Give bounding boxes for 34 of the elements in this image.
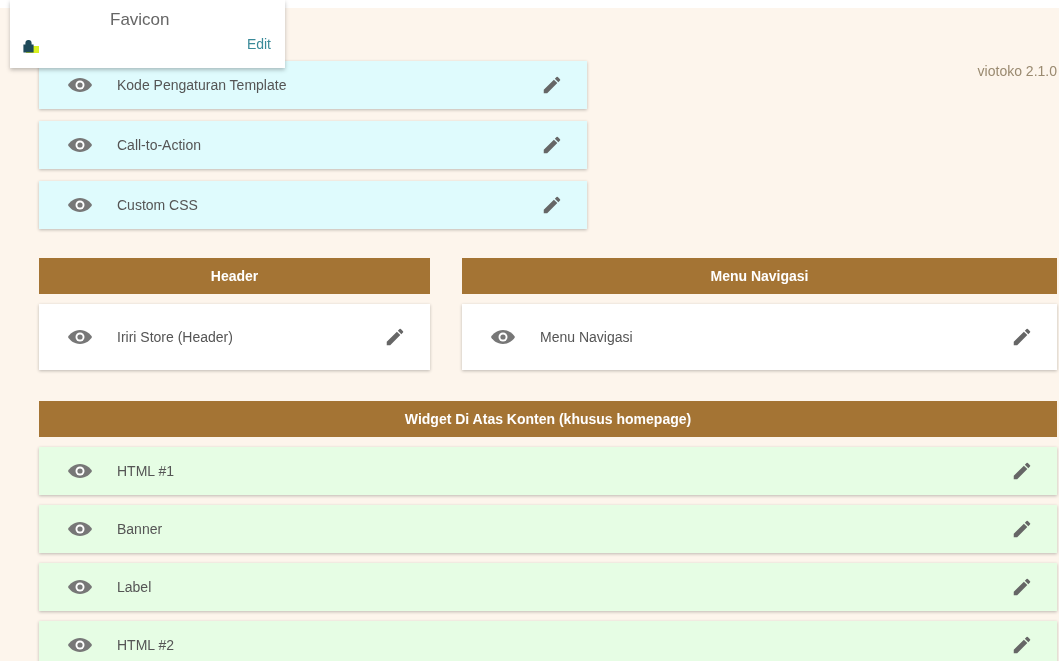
pencil-icon[interactable] (1011, 326, 1033, 348)
pencil-icon[interactable] (541, 134, 563, 156)
widget-title: Kode Pengaturan Template (117, 77, 288, 93)
widget-title: Banner (117, 521, 164, 537)
widget-title: Menu Navigasi (540, 329, 634, 345)
section-header: Header (39, 258, 430, 294)
eye-icon[interactable] (67, 463, 93, 479)
edit-link[interactable]: Edit (246, 36, 271, 52)
widget-title: Iriri Store (Header) (117, 329, 234, 345)
eye-icon[interactable] (67, 77, 93, 93)
eye-icon[interactable] (67, 197, 93, 213)
eye-icon[interactable] (490, 329, 516, 345)
pencil-icon[interactable] (1011, 518, 1033, 540)
popup-title: Favicon (110, 10, 170, 30)
widget-title: HTML #2 (117, 637, 176, 653)
eye-icon[interactable] (67, 329, 93, 345)
section-header: Menu Navigasi (462, 258, 1057, 294)
pencil-icon[interactable] (541, 74, 563, 96)
widget-title: Call-to-Action (117, 137, 203, 153)
eye-icon[interactable] (67, 137, 93, 153)
pencil-icon[interactable] (1011, 460, 1033, 482)
section-header: Widget Di Atas Konten (khusus homepage) (39, 401, 1057, 437)
eye-icon[interactable] (67, 637, 93, 653)
widget-title: HTML #1 (117, 463, 176, 479)
eye-icon[interactable] (67, 521, 93, 537)
widget-title: Label (117, 579, 153, 595)
eye-icon[interactable] (67, 579, 93, 595)
pencil-icon[interactable] (1011, 576, 1033, 598)
pencil-icon[interactable] (1011, 634, 1033, 656)
pencil-icon[interactable] (541, 194, 563, 216)
lock-icon (22, 39, 40, 53)
version-text: viotoko 2.1.0 (977, 63, 1057, 79)
widget-title: Custom CSS (117, 197, 199, 213)
pencil-icon[interactable] (384, 326, 406, 348)
